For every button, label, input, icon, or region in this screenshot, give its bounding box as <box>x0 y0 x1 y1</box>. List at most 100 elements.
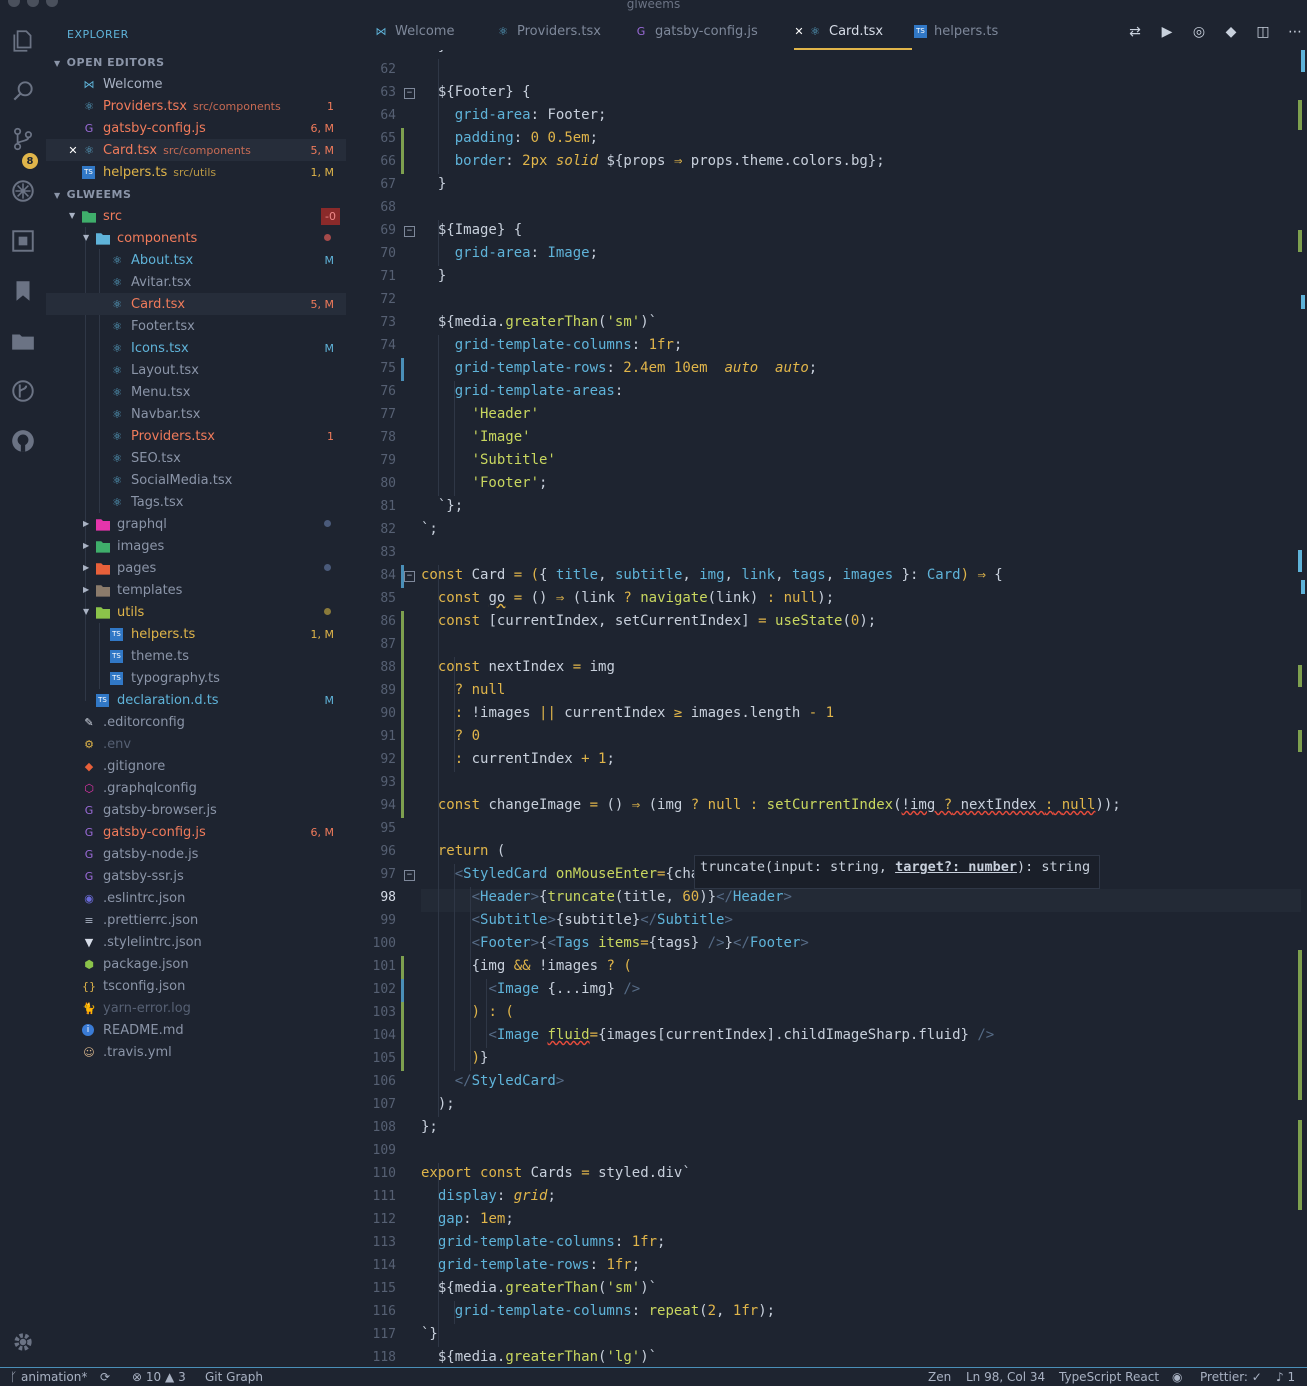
code-line[interactable]: </StyledCard> <box>421 1073 565 1089</box>
tab-card-tsx[interactable]: ✕ ⚛ Card.tsx <box>794 12 912 50</box>
tree-file[interactable]: ⚛ Tags.tsx <box>46 491 346 513</box>
close-icon[interactable]: ✕ <box>66 143 80 157</box>
code-line[interactable]: const go = () ⇒ (link ? navigate(link) :… <box>421 590 834 606</box>
bookmark-icon[interactable] <box>9 277 37 305</box>
chevron-right-icon[interactable]: ▶ <box>83 563 93 573</box>
extensions-icon[interactable] <box>9 227 37 255</box>
tree-file[interactable]: ◆ .gitignore <box>46 755 346 777</box>
code-line[interactable]: border: 2px solid ${props ⇒ props.theme.… <box>421 153 885 169</box>
code-line[interactable]: const nextIndex = img <box>421 659 615 675</box>
branch-indicator[interactable]: ᚴ animation* <box>10 1370 87 1384</box>
fold-toggle-icon[interactable]: − <box>404 88 415 99</box>
code-line[interactable]: <Footer>{<Tags items={tags} />}</Footer> <box>421 935 809 951</box>
code-line[interactable]: 'Footer'; <box>421 475 548 491</box>
code-line[interactable]: grid-template-rows: 1fr; <box>421 1257 640 1273</box>
tree-folder[interactable]: ▼ src -0 <box>46 205 346 227</box>
code-line[interactable]: ? 0 <box>421 728 480 744</box>
gitlens-icon[interactable] <box>9 377 37 405</box>
tree-file[interactable]: ⚛ Layout.tsx <box>46 359 346 381</box>
search-icon[interactable] <box>9 77 37 105</box>
git-graph-button[interactable]: Git Graph <box>205 1370 263 1384</box>
tree-file[interactable]: ✎ .editorconfig <box>46 711 346 733</box>
tree-file[interactable]: ⚙ .env <box>46 733 346 755</box>
code-line[interactable]: <Subtitle>{subtitle}</Subtitle> <box>421 912 733 928</box>
code-line[interactable]: gap: 1em; <box>421 1211 514 1227</box>
tree-file[interactable]: ⚛ Menu.tsx <box>46 381 346 403</box>
code-line[interactable]: grid-template-columns: repeat(2, 1fr); <box>421 1303 775 1319</box>
tree-file[interactable]: ⚛ SEO.tsx <box>46 447 346 469</box>
tab-helpers-ts[interactable]: TS helpers.ts <box>914 12 1024 50</box>
code-line[interactable]: ) : ( <box>421 1004 514 1020</box>
tree-folder[interactable]: ▶ graphql <box>46 513 346 535</box>
chevron-down-icon[interactable]: ▼ <box>83 233 93 243</box>
tree-file[interactable]: ☺ .travis.yml <box>46 1041 346 1063</box>
open-editor-item[interactable]: ⚛ Providers.tsx src/components 1 <box>46 95 346 117</box>
open-editor-item[interactable]: TS helpers.ts src/utils 1, M <box>46 161 346 183</box>
tree-file[interactable]: ⚛ Footer.tsx <box>46 315 346 337</box>
code-line[interactable]: const Card = ({ title, subtitle, img, li… <box>421 567 1003 583</box>
code-line[interactable]: <Image fluid={images[currentIndex].child… <box>421 1027 994 1043</box>
code-line[interactable]: ${Image} { <box>421 222 522 238</box>
tree-file[interactable]: ⚛ Card.tsx 5, M <box>46 293 346 315</box>
fold-toggle-icon[interactable]: − <box>404 226 415 237</box>
problems-indicator[interactable]: ⊗ 10 ▲ 3 <box>132 1370 186 1384</box>
project-header[interactable]: ▼ GLWEEMS <box>54 188 131 201</box>
tree-file[interactable]: TS typography.ts <box>46 667 346 689</box>
chevron-right-icon[interactable]: ▶ <box>83 585 93 595</box>
overview-ruler[interactable] <box>1298 50 1307 1367</box>
tree-file[interactable]: Ggatsby-ssr.js <box>46 865 346 887</box>
tree-file[interactable]: ⚛ Providers.tsx 1 <box>46 425 346 447</box>
tree-folder[interactable]: ▶ templates <box>46 579 346 601</box>
code-line[interactable]: return ( <box>421 843 505 859</box>
github-icon[interactable] <box>9 427 37 455</box>
code-line[interactable]: ? null <box>421 682 506 698</box>
source-control-icon[interactable] <box>9 125 37 153</box>
chevron-right-icon[interactable]: ▶ <box>83 541 93 551</box>
tree-file[interactable]: ⚛ Navbar.tsx <box>46 403 346 425</box>
code-line[interactable]: const changeImage = () ⇒ (img ? null : s… <box>421 797 1121 813</box>
code-line[interactable]: 'Subtitle' <box>421 452 556 468</box>
code-line[interactable]: grid-template-areas: <box>421 383 624 399</box>
tree-file[interactable]: TS theme.ts <box>46 645 346 667</box>
tree-file[interactable]: ⬢ package.json <box>46 953 346 975</box>
tree-file[interactable]: ⬡ .graphqlconfig <box>46 777 346 799</box>
code-line[interactable]: ${media.greaterThan('sm')` <box>421 1280 657 1296</box>
code-editor[interactable]: 616263−646566676869−70717273747576777879… <box>346 50 1307 1367</box>
code-line[interactable]: `; <box>421 521 438 537</box>
tree-file[interactable]: ⚛ Icons.tsx M <box>46 337 346 359</box>
tree-folder[interactable]: ▼ utils <box>46 601 346 623</box>
code-line[interactable]: } <box>421 176 446 192</box>
fold-toggle-icon[interactable]: − <box>404 870 415 881</box>
code-line[interactable]: grid-template-columns: 1fr; <box>421 1234 666 1250</box>
code-line[interactable]: {img && !images ? ( <box>421 958 632 974</box>
tree-folder[interactable]: ▶ pages <box>46 557 346 579</box>
prettier-status[interactable]: Prettier: ✓ <box>1200 1370 1262 1384</box>
tree-file[interactable]: ◉ .eslintrc.json <box>46 887 346 909</box>
chevron-right-icon[interactable]: ▶ <box>83 519 93 529</box>
code-line[interactable]: `}; <box>421 498 463 514</box>
tree-file[interactable]: TS declaration.d.ts M <box>46 689 346 711</box>
notifications-indicator[interactable]: ♪ 1 <box>1276 1370 1295 1384</box>
settings-gear-icon[interactable] <box>9 1328 37 1356</box>
tree-folder[interactable]: ▼ components <box>46 227 346 249</box>
tree-file[interactable]: TS helpers.ts 1, M <box>46 623 346 645</box>
code-line[interactable]: : currentIndex + 1; <box>421 751 615 767</box>
eye-icon[interactable]: ◉ <box>1172 1370 1182 1384</box>
code-line[interactable]: grid-template-columns: 1fr; <box>421 337 683 353</box>
tree-file[interactable]: ⚛ About.tsx M <box>46 249 346 271</box>
split-editor-icon[interactable]: ◫ <box>1255 24 1271 40</box>
tab-providers-tsx[interactable]: ⚛ Providers.tsx <box>496 12 616 50</box>
sync-icon[interactable]: ⟳ <box>100 1370 110 1384</box>
code-line[interactable]: : !images || currentIndex ≥ images.lengt… <box>421 705 834 721</box>
zen-mode-button[interactable]: Zen <box>928 1370 951 1384</box>
code-line[interactable]: grid-area: Footer; <box>421 107 607 123</box>
code-line[interactable]: const [currentIndex, setCurrentIndex] = … <box>421 613 876 629</box>
code-line[interactable]: ${media.greaterThan('lg')` <box>421 1349 657 1365</box>
files-icon[interactable] <box>9 27 37 55</box>
folder-icon[interactable] <box>9 327 37 355</box>
chevron-down-icon[interactable]: ▼ <box>83 607 93 617</box>
open-changes-icon[interactable]: ◎ <box>1191 24 1207 40</box>
tree-file[interactable]: ⚛ SocialMedia.tsx <box>46 469 346 491</box>
tab-gatsby-config-js[interactable]: Ggatsby-config.js <box>634 12 774 50</box>
code-line[interactable]: export const Cards = styled.div` <box>421 1165 691 1181</box>
